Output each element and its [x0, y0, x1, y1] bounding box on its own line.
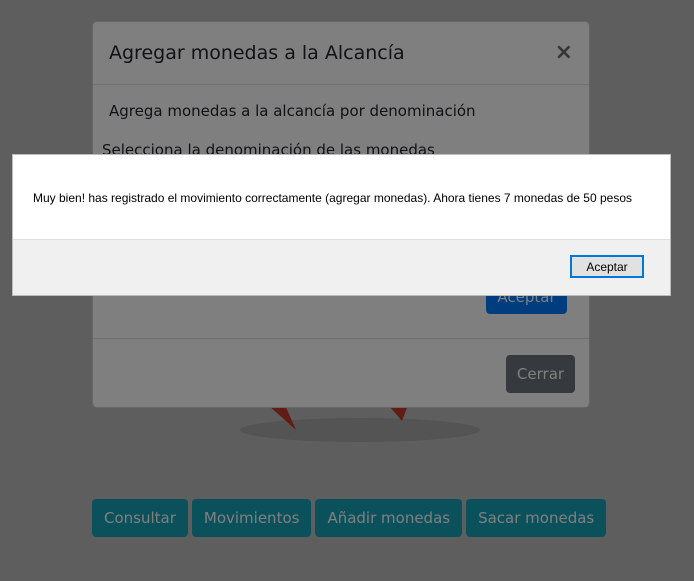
- alert-message: Muy bien! has registrado el movimiento c…: [33, 191, 632, 205]
- alert-ok-button[interactable]: Aceptar: [570, 255, 644, 278]
- alert-dialog: Muy bien! has registrado el movimiento c…: [12, 154, 671, 296]
- alert-footer: Aceptar: [13, 239, 670, 295]
